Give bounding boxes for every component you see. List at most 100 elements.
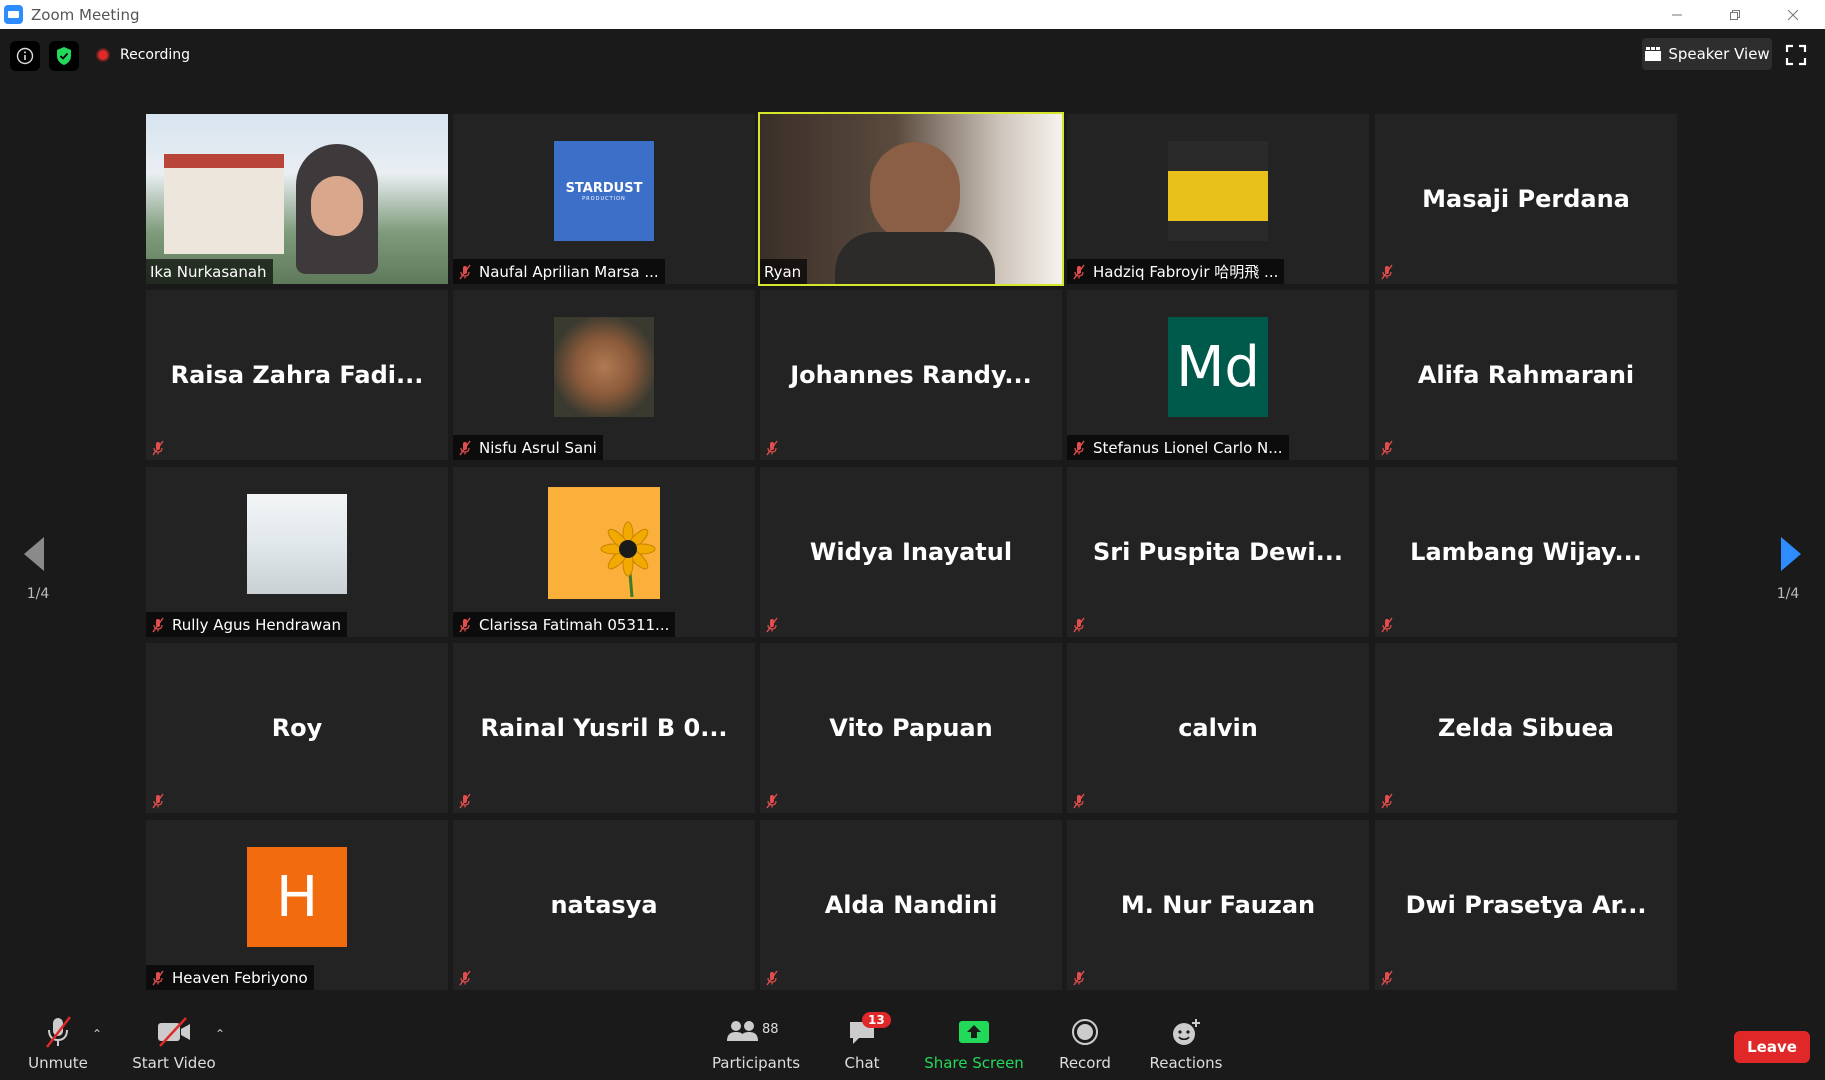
mic-muted-icon	[760, 965, 784, 990]
unmute-button[interactable]: Unmute	[20, 1005, 96, 1080]
mic-muted-icon	[146, 435, 170, 460]
participant-display-name: Vito Papuan	[829, 714, 993, 742]
participant-tile[interactable]: Widya Inayatul	[760, 467, 1062, 637]
shield-check-icon	[57, 47, 71, 65]
participant-tile[interactable]: Vito Papuan	[760, 643, 1062, 813]
mic-muted-icon	[453, 965, 477, 990]
recording-label: Recording	[120, 47, 191, 63]
mic-muted-icon	[1067, 788, 1091, 813]
participant-tile[interactable]: Masaji Perdana	[1375, 114, 1677, 284]
mic-muted-icon	[760, 612, 784, 637]
participant-avatar: H	[247, 847, 347, 947]
participant-display-name: calvin	[1178, 714, 1258, 742]
leave-button[interactable]: Leave	[1734, 1031, 1810, 1063]
recording-dot-icon	[96, 48, 110, 62]
mic-muted-icon	[457, 617, 473, 633]
mic-muted-icon	[453, 788, 477, 813]
participant-display-name: Masaji Perdana	[1422, 185, 1630, 213]
unmute-label: Unmute	[28, 1054, 88, 1072]
participant-avatar	[554, 317, 654, 417]
next-page-button[interactable]	[1777, 534, 1803, 574]
participant-tile[interactable]: Clarissa Fatimah 05311...	[453, 467, 755, 637]
participant-tile[interactable]: Rainal Yusril B 0...	[453, 643, 755, 813]
participant-tile[interactable]: Rully Agus Hendrawan	[146, 467, 448, 637]
participant-tile[interactable]: Hadziq Fabroyir 哈明飛 ...	[1067, 114, 1369, 284]
participant-name: Hadziq Fabroyir 哈明飛 ...	[1093, 263, 1279, 281]
participant-tile[interactable]: Lambang Wijay...	[1375, 467, 1677, 637]
participant-tile[interactable]: Alifa Rahmarani	[1375, 290, 1677, 460]
participant-name-label: Hadziq Fabroyir 哈明飛 ...	[1067, 259, 1285, 284]
mic-muted-icon	[1067, 612, 1091, 637]
participant-name-label: Heaven Febriyono	[146, 965, 314, 990]
participant-avatar	[548, 487, 660, 600]
participants-icon: 88	[726, 1014, 786, 1050]
avatar-logo-subtext: PRODUCTION	[582, 195, 626, 202]
participant-display-name: Johannes Randy...	[790, 361, 1032, 389]
participants-button[interactable]: 88 Participants	[708, 1005, 804, 1080]
participant-tile[interactable]: Nisfu Asrul Sani	[453, 290, 755, 460]
participant-tile[interactable]: H Heaven Febriyono	[146, 820, 448, 990]
participant-tile[interactable]: Dwi Prasetya Ar...	[1375, 820, 1677, 990]
reactions-label: Reactions	[1149, 1054, 1223, 1072]
record-icon	[1071, 1014, 1099, 1050]
participants-label: Participants	[711, 1054, 801, 1072]
participant-display-name: Rainal Yusril B 0...	[480, 714, 728, 742]
restore-icon	[1730, 9, 1740, 20]
participant-tile[interactable]: Sri Puspita Dewi...	[1067, 467, 1369, 637]
zoom-app-icon	[4, 5, 23, 24]
participant-tile[interactable]: Ika Nurkasanah	[146, 114, 448, 284]
video-options-chevron-icon[interactable]: ⌃	[215, 1027, 225, 1041]
participant-display-name: Widya Inayatul	[809, 538, 1013, 566]
participant-tile[interactable]: Raisa Zahra Fadi...	[146, 290, 448, 460]
meeting-info-button[interactable]	[10, 41, 40, 71]
triangle-right-icon	[1781, 537, 1801, 571]
gallery-grid: Ika Nurkasanah STARDUST PRODUCTION Naufal A…	[146, 112, 1679, 994]
avatar-initials: H	[275, 864, 319, 930]
start-video-button[interactable]: Start Video	[132, 1005, 216, 1080]
participant-tile[interactable]: Johannes Randy...	[760, 290, 1062, 460]
speaker-view-label: Speaker View	[1668, 45, 1770, 63]
chat-unread-badge: 13	[862, 1012, 891, 1028]
participant-tile[interactable]: Zelda Sibuea	[1375, 643, 1677, 813]
participant-tile[interactable]: M. Nur Fauzan	[1067, 820, 1369, 990]
participant-name: Naufal Aprilian Marsa ...	[479, 262, 659, 281]
participant-display-name: Sri Puspita Dewi...	[1092, 538, 1344, 566]
participant-name-label: Nisfu Asrul Sani	[453, 435, 603, 460]
participants-count: 88	[762, 1022, 779, 1037]
triangle-left-icon	[24, 537, 44, 571]
mic-muted-icon	[1375, 612, 1399, 637]
fullscreen-button[interactable]	[1784, 43, 1808, 67]
encryption-button[interactable]	[49, 41, 79, 71]
audio-options-chevron-icon[interactable]: ⌃	[92, 1027, 102, 1041]
chat-button[interactable]: 13 Chat	[834, 1005, 891, 1080]
participant-tile[interactable]: natasya	[453, 820, 755, 990]
previous-page-button[interactable]	[22, 534, 48, 574]
participant-tile[interactable]: Md Stefanus Lionel Carlo N...	[1067, 290, 1369, 460]
record-label: Record	[1059, 1054, 1111, 1072]
reactions-button[interactable]: Reactions	[1148, 1005, 1224, 1080]
meeting-toolbar: Unmute ⌃ Start Video ⌃ 88 Participants 1…	[0, 1005, 1825, 1080]
page-indicator-left: 1/4	[26, 586, 50, 602]
participant-tile[interactable]: Roy	[146, 643, 448, 813]
mic-muted-icon	[760, 435, 784, 460]
speaker-view-button[interactable]: Speaker View	[1642, 38, 1772, 70]
chat-label: Chat	[844, 1054, 880, 1072]
participant-tile[interactable]: STARDUST PRODUCTION Naufal Aprilian Marsa …	[453, 114, 755, 284]
participant-display-name: Alifa Rahmarani	[1417, 361, 1635, 389]
share-screen-button[interactable]: Share Screen	[924, 1005, 1024, 1080]
participant-avatar: STARDUST PRODUCTION	[554, 141, 654, 241]
participant-avatar	[247, 494, 347, 594]
participant-tile[interactable]: calvin	[1067, 643, 1369, 813]
close-button[interactable]	[1764, 0, 1822, 29]
mic-muted-icon	[760, 788, 784, 813]
participant-tile[interactable]: Alda Nandini	[760, 820, 1062, 990]
recording-indicator[interactable]: Recording	[96, 47, 190, 63]
participant-name: Ika Nurkasanah	[150, 262, 267, 281]
participant-tile[interactable]: Ryan	[758, 112, 1064, 286]
record-button[interactable]: Record	[1052, 1005, 1118, 1080]
mic-muted-icon	[1071, 264, 1087, 280]
restore-button[interactable]	[1706, 0, 1764, 29]
window-title: Zoom Meeting	[31, 5, 140, 24]
participant-name: Ryan	[764, 262, 802, 281]
minimize-button[interactable]	[1648, 0, 1706, 29]
